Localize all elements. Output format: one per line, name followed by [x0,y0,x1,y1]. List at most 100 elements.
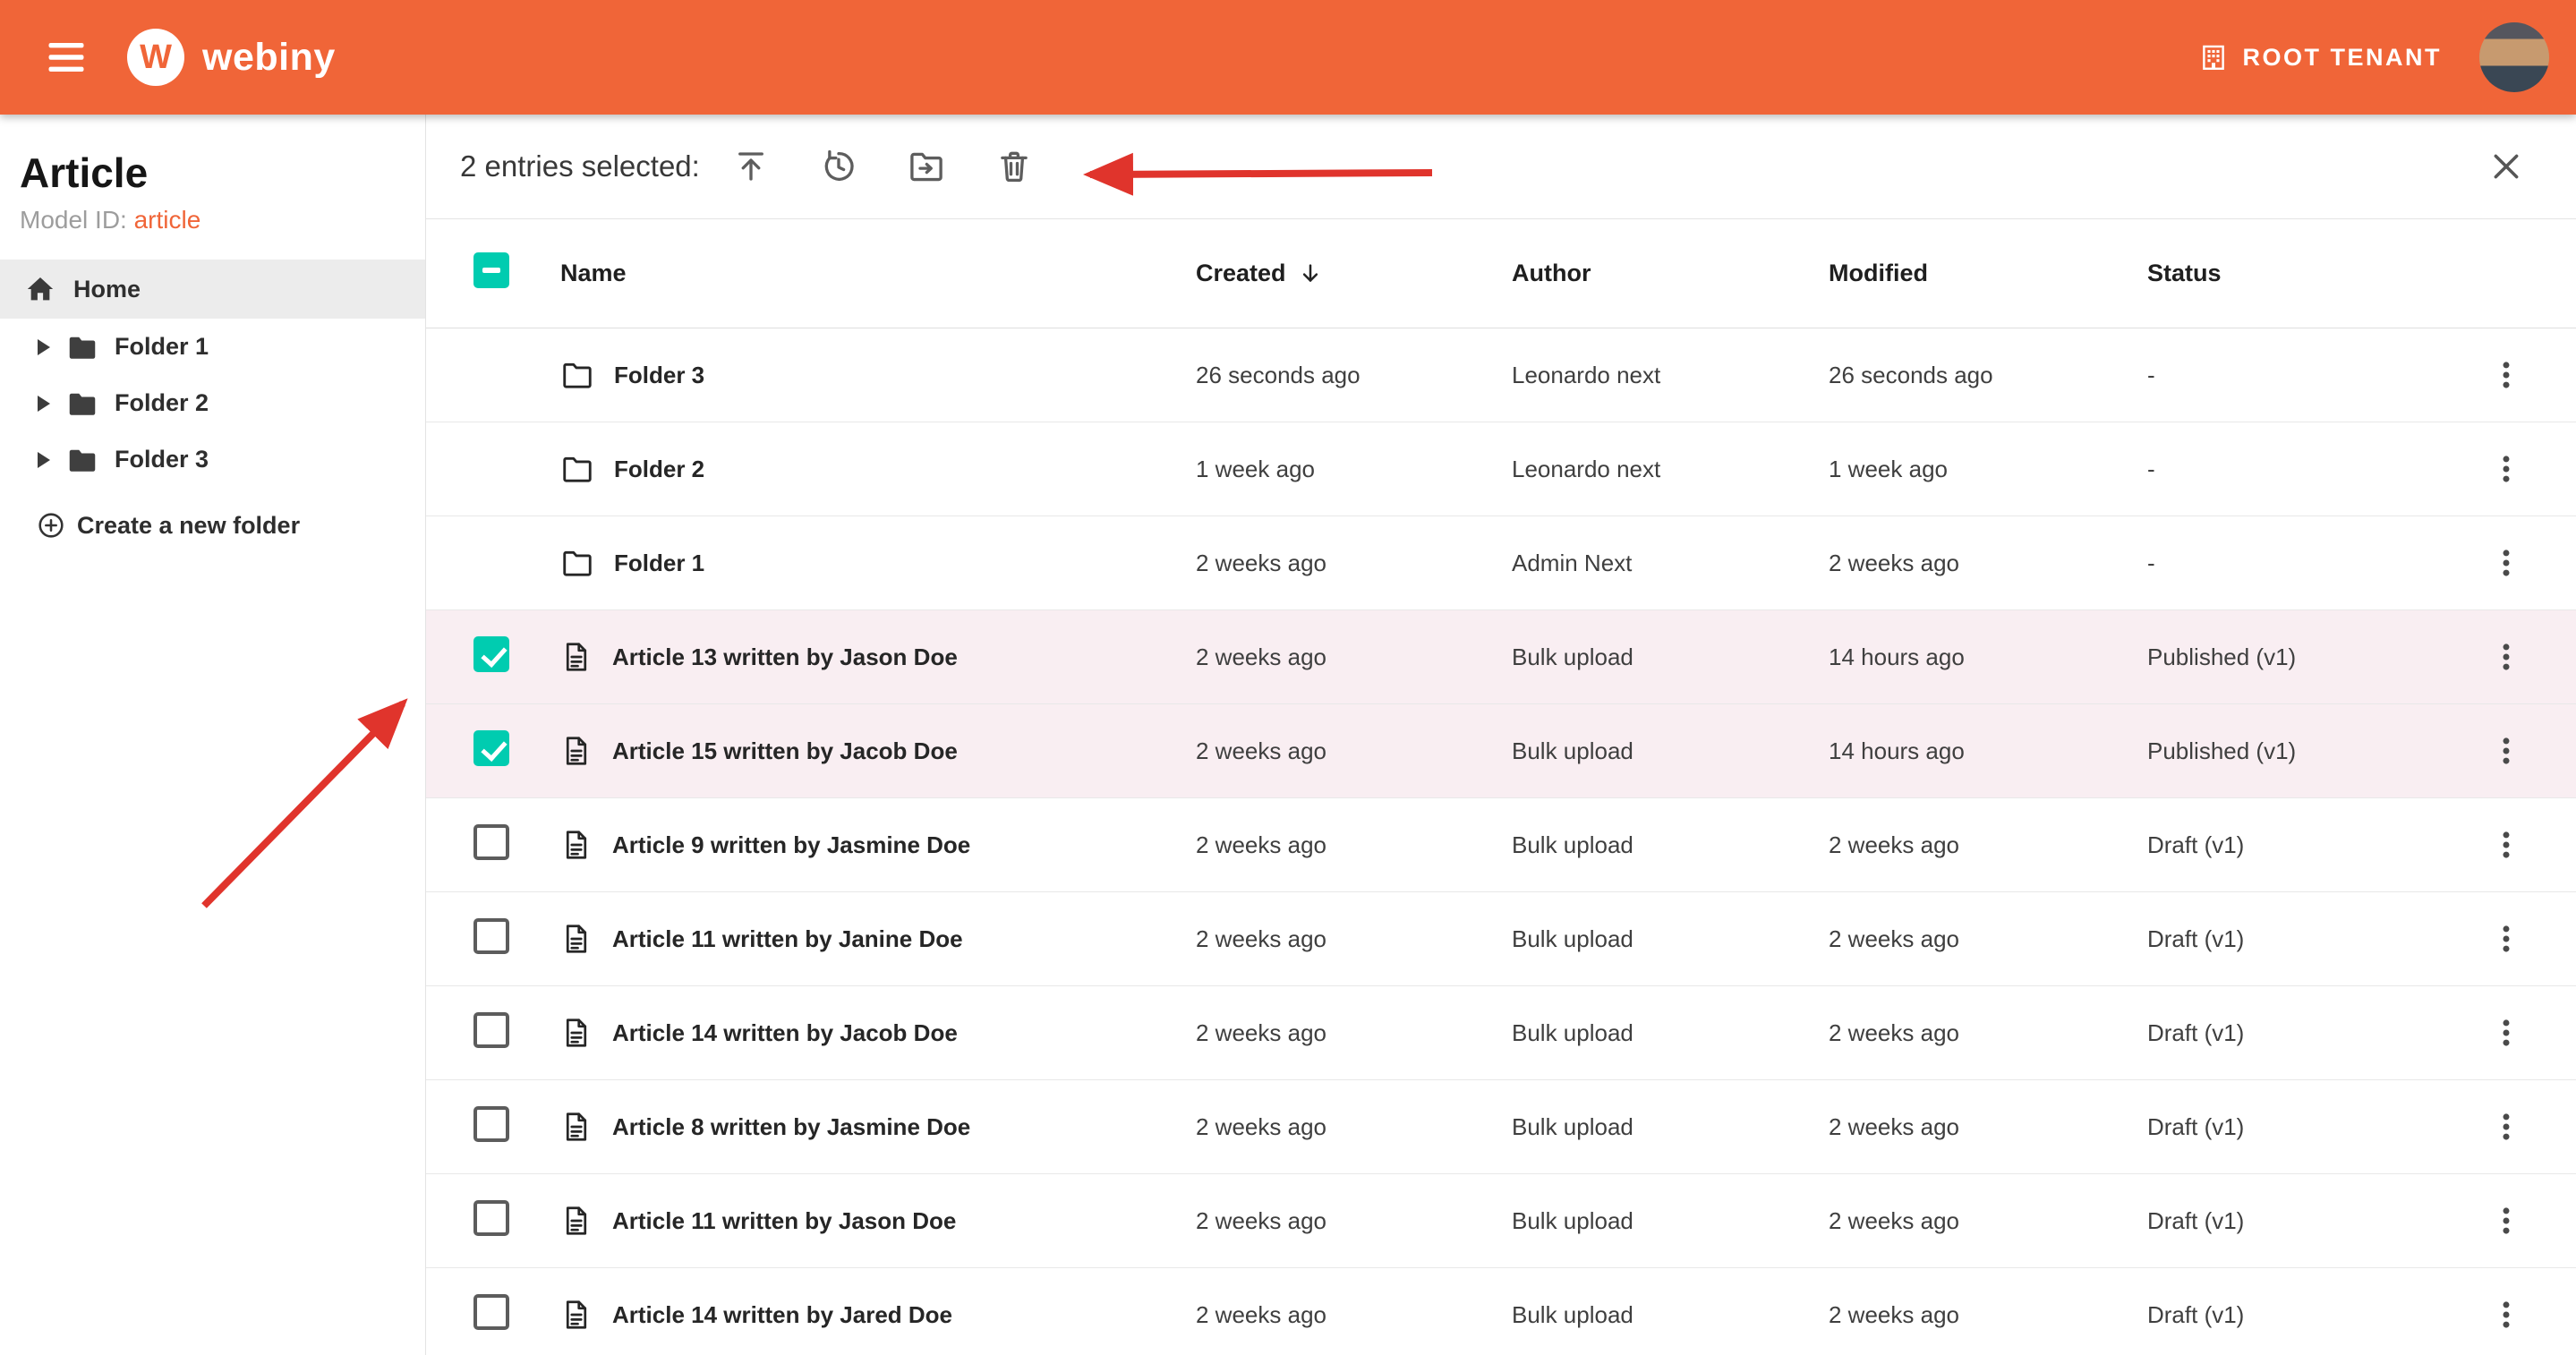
row-checkbox[interactable] [473,1012,509,1048]
tenant-selector[interactable]: ROOT TENANT [2198,42,2443,72]
chevron-right-icon[interactable] [38,339,50,355]
table-row[interactable]: Article 8 written by Jasmine Doe 2 weeks… [426,1080,2576,1174]
column-header-status[interactable]: Status [2147,260,2435,287]
cell-created: 2 weeks ago [1196,1207,1512,1235]
cell-modified: 2 weeks ago [1829,831,2147,859]
column-header-author[interactable]: Author [1512,260,1829,287]
cell-created: 2 weeks ago [1196,643,1512,671]
table-header-row: Name Created Author Modified [426,219,2576,328]
cell-created: 26 seconds ago [1196,362,1512,389]
cell-author: Bulk upload [1512,1207,1829,1235]
cell-status: Published (v1) [2147,643,2435,671]
table-row[interactable]: Folder 3 26 seconds ago Leonardo next 26… [426,328,2576,422]
row-menu-icon[interactable] [2485,917,2528,960]
cell-modified: 26 seconds ago [1829,362,2147,389]
cell-status: Draft (v1) [2147,1301,2435,1329]
row-menu-icon[interactable] [2485,729,2528,772]
cell-created: 2 weeks ago [1196,737,1512,765]
table-row[interactable]: Article 9 written by Jasmine Doe 2 weeks… [426,798,2576,892]
menu-icon[interactable] [38,29,95,86]
row-menu-icon[interactable] [2485,541,2528,584]
row-name: Folder 2 [614,456,704,483]
document-icon [560,733,593,769]
row-name: Article 9 written by Jasmine Doe [612,831,970,859]
create-folder-button[interactable]: Create a new folder [0,500,425,550]
table-row[interactable]: Article 15 written by Jacob Doe 2 weeks … [426,704,2576,798]
row-menu-icon[interactable] [2485,1105,2528,1148]
sidebar-item-home[interactable]: Home [0,260,425,319]
row-menu-icon[interactable] [2485,1199,2528,1242]
column-header-created[interactable]: Created [1196,260,1512,287]
export-icon[interactable] [732,148,770,185]
cell-created: 2 weeks ago [1196,1301,1512,1329]
cell-created: 2 weeks ago [1196,1113,1512,1141]
table-row[interactable]: Article 13 written by Jason Doe 2 weeks … [426,610,2576,704]
move-to-folder-icon[interactable] [908,148,945,185]
chevron-right-icon[interactable] [38,452,50,468]
sidebar-item-label: Folder 3 [115,446,209,473]
sidebar-item-folder-1[interactable]: Folder 1 [0,319,425,375]
table-row[interactable]: Article 14 written by Jared Doe 2 weeks … [426,1268,2576,1355]
cell-created: 1 week ago [1196,456,1512,483]
row-name: Article 15 written by Jacob Doe [612,737,958,765]
table-row[interactable]: Article 14 written by Jacob Doe 2 weeks … [426,986,2576,1080]
webiny-logo[interactable]: W webiny [127,29,336,86]
row-menu-icon[interactable] [2485,635,2528,678]
row-name: Folder 1 [614,550,704,577]
cell-author: Bulk upload [1512,1019,1829,1047]
column-header-modified[interactable]: Modified [1829,260,2147,287]
table-row[interactable]: Article 11 written by Jason Doe 2 weeks … [426,1174,2576,1268]
chevron-right-icon[interactable] [38,396,50,412]
column-header-name[interactable]: Name [560,260,1196,287]
table-row[interactable]: Folder 2 1 week ago Leonardo next 1 week… [426,422,2576,516]
sidebar: Article Model ID: article Home [0,115,426,1355]
cell-modified: 1 week ago [1829,456,2147,483]
row-checkbox[interactable] [473,730,509,766]
cell-author: Bulk upload [1512,1113,1829,1141]
row-menu-icon[interactable] [2485,1011,2528,1054]
sidebar-item-label: Folder 2 [115,389,209,417]
select-all-checkbox[interactable] [473,252,509,288]
home-icon [25,274,55,304]
cell-status: Published (v1) [2147,737,2435,765]
row-menu-icon[interactable] [2485,823,2528,866]
delete-icon[interactable] [995,148,1033,185]
row-checkbox[interactable] [473,636,509,672]
sort-desc-icon[interactable] [1297,260,1324,287]
cell-modified: 2 weeks ago [1829,550,2147,577]
cell-author: Leonardo next [1512,362,1829,389]
restore-icon[interactable] [820,148,857,185]
row-checkbox[interactable] [473,918,509,954]
close-icon[interactable] [2488,149,2524,184]
cell-author: Bulk upload [1512,1301,1829,1329]
cell-author: Admin Next [1512,550,1829,577]
cell-status: - [2147,550,2435,577]
avatar[interactable] [2479,22,2549,92]
row-name: Article 8 written by Jasmine Doe [612,1113,970,1141]
cell-status: Draft (v1) [2147,831,2435,859]
cell-created: 2 weeks ago [1196,831,1512,859]
sidebar-item-folder-3[interactable]: Folder 3 [0,431,425,488]
row-checkbox[interactable] [473,824,509,860]
model-id-value[interactable]: article [134,206,201,234]
sidebar-item-label: Folder 1 [115,333,209,361]
table-row[interactable]: Article 11 written by Janine Doe 2 weeks… [426,892,2576,986]
row-menu-icon[interactable] [2485,447,2528,490]
folder-icon [560,358,594,392]
webiny-logo-mark: W [127,29,184,86]
row-checkbox[interactable] [473,1294,509,1330]
sidebar-item-label: Home [73,276,141,303]
cell-modified: 2 weeks ago [1829,1113,2147,1141]
row-checkbox[interactable] [473,1200,509,1236]
row-name: Folder 3 [614,362,704,389]
main-content: 2 entries selected: [426,115,2576,1355]
row-checkbox[interactable] [473,1106,509,1142]
folder-icon [560,546,594,580]
cell-created: 2 weeks ago [1196,1019,1512,1047]
row-menu-icon[interactable] [2485,1293,2528,1336]
sidebar-item-folder-2[interactable]: Folder 2 [0,375,425,431]
row-menu-icon[interactable] [2485,354,2528,396]
table-row[interactable]: Folder 1 2 weeks ago Admin Next 2 weeks … [426,516,2576,610]
row-name: Article 11 written by Jason Doe [612,1207,956,1235]
cell-status: - [2147,456,2435,483]
